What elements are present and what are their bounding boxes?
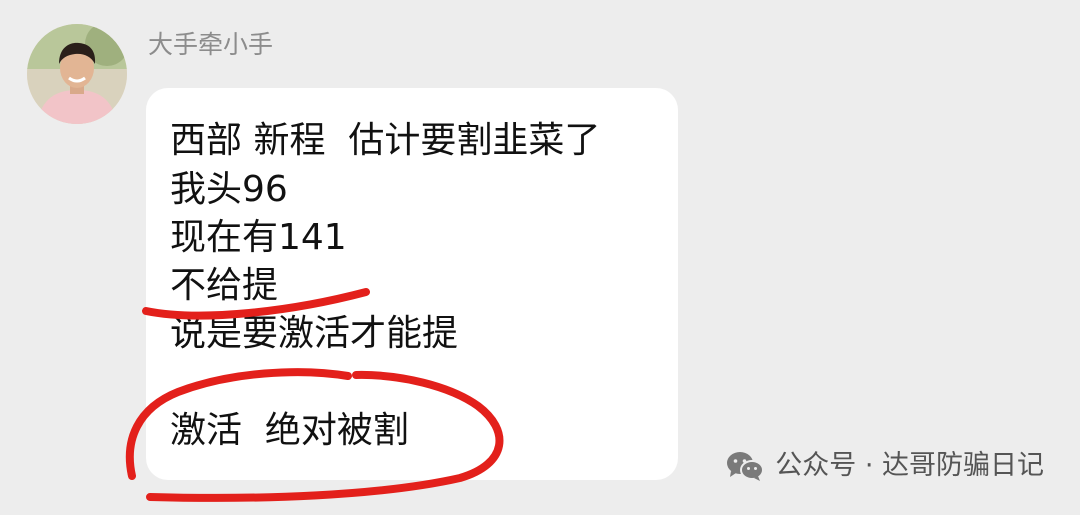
wechat-icon xyxy=(727,452,765,481)
message-line: 我头96 xyxy=(170,169,288,210)
message-line: 说是要激活才能提 xyxy=(170,313,459,354)
chat-area: 大手牵小手 西部 新程 估计要割韭菜了 我头96 现在有141 不给提 说是要激… xyxy=(0,0,1080,515)
watermark: 公众号 · 达哥防骗日记 xyxy=(725,446,1044,486)
person-avatar-icon xyxy=(27,24,127,124)
avatar[interactable] xyxy=(27,24,127,124)
message-line: 现在有141 xyxy=(170,217,347,258)
message-line: 西部 新程 估计要割韭菜了 xyxy=(170,120,601,161)
watermark-text: 公众号 · 达哥防骗日记 xyxy=(775,450,1044,481)
message-line: 不给提 xyxy=(170,265,279,306)
sender-name: 大手牵小手 xyxy=(148,30,274,59)
message-line: 激活 绝对被割 xyxy=(170,410,409,451)
